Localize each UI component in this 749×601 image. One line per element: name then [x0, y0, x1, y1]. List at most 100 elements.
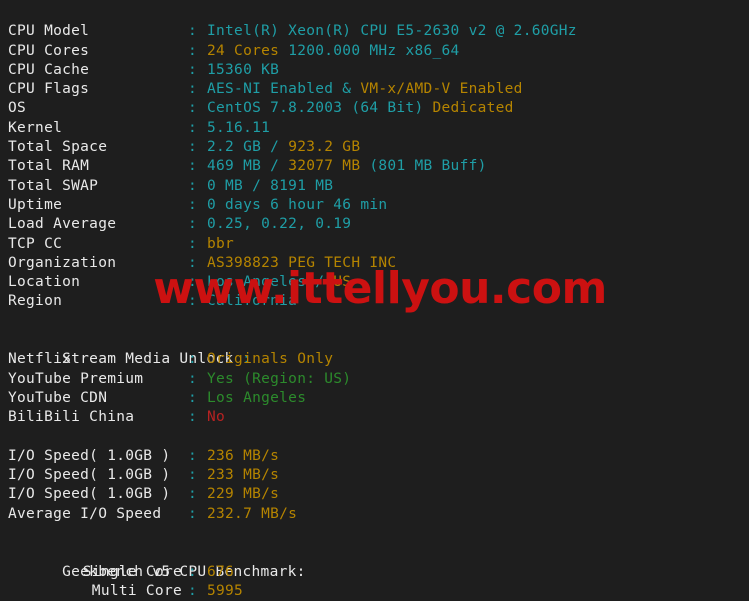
colon: : — [188, 42, 198, 59]
value-part: California — [207, 293, 298, 310]
colon: : — [188, 119, 198, 136]
separator-io: ----------------------------------------… — [0, 428, 749, 447]
stream-media-row: YouTube CDN: Los Angeles — [0, 389, 749, 408]
system-info-row: CPU Cores:24 Cores 1200.000 MHz x86_64 — [0, 42, 749, 61]
value-part: Los Angeles — [207, 389, 307, 406]
value-part: 5995 — [207, 582, 244, 599]
row-label: CPU Model — [8, 23, 90, 40]
value-part: 469 MB / — [207, 158, 289, 175]
terminal-rows: ----------------------------------------… — [0, 0, 749, 601]
row-value: 229 MB/s — [207, 486, 279, 502]
row-label: Multi Core — [91, 582, 182, 599]
value-part: (801 MB Buff) — [360, 158, 487, 175]
colon: : — [188, 196, 198, 213]
value-part: / — [306, 274, 334, 291]
row-label: YouTube CDN — [8, 389, 108, 406]
colon: : — [188, 467, 198, 484]
separator-top: ----------------------------------------… — [0, 3, 749, 22]
geekbench-row: Single Core:676 — [0, 563, 749, 582]
io-speed-row: I/O Speed( 1.0GB ):229 MB/s — [0, 485, 749, 504]
value-part: 1200.000 MHz x86_64 — [279, 42, 460, 59]
system-info-row: Load Average:0.25, 0.22, 0.19 — [0, 215, 749, 234]
row-label: I/O Speed( 1.0GB ) — [8, 467, 171, 484]
system-info-row: CPU Flags: AES-NI Enabled & VM-x/AMD-V En… — [0, 80, 749, 99]
value-part: 229 MB/s — [207, 486, 280, 503]
row-label: Netflix — [8, 351, 72, 368]
system-info-row: Total RAM:469 MB / 32077 MB (801 MB Buff… — [0, 157, 749, 176]
value-part: No — [207, 409, 226, 426]
value-part: 0 MB / 8191 MB — [207, 177, 334, 194]
row-value: Los Angeles — [207, 390, 306, 406]
row-label: I/O Speed( 1.0GB ) — [8, 447, 171, 464]
colon: : — [188, 505, 198, 522]
row-value: 2.2 GB / 923.2 GB — [207, 139, 360, 155]
row-value: 24 Cores 1200.000 MHz x86_64 — [207, 43, 460, 59]
row-value: Originals Only — [207, 351, 333, 367]
row-label: Total SWAP — [8, 177, 99, 194]
row-value: 232.7 MB/s — [207, 506, 297, 522]
colon: : — [188, 351, 198, 368]
row-value: 5.16.11 — [207, 120, 270, 136]
colon: : — [188, 139, 198, 156]
stream-media-header-row: Stream Media Unlock: — [0, 331, 749, 367]
colon: : — [188, 254, 198, 271]
value-part: Originals Only — [207, 351, 334, 368]
row-label: Kernel — [8, 119, 63, 136]
value-part: 32077 MB — [288, 158, 361, 175]
colon: : — [188, 216, 198, 233]
value-part: 923.2 GB — [288, 139, 361, 156]
row-label: Region — [8, 293, 63, 310]
colon: : — [188, 563, 198, 580]
row-label: Single Core — [82, 563, 182, 580]
value-part: 0 days 6 hour 46 min — [207, 196, 388, 213]
geekbench-title-row: Geekbench v5 CPU Benchmark: — [0, 543, 749, 580]
system-info-row: Kernel:5.16.11 — [0, 119, 749, 138]
row-value: Los Angeles / US — [207, 274, 351, 290]
row-value: AES-NI Enabled & VM-x/AMD-V Enabled — [207, 81, 523, 97]
row-value: Yes (Region: US) — [207, 371, 351, 387]
system-info-row: Organization: AS398823 PEG TECH INC — [0, 254, 749, 273]
row-label: Total Space — [8, 139, 108, 156]
stream-media-row: YouTube Premium: Yes (Region: US) — [0, 370, 749, 389]
value-part: 676 — [207, 563, 235, 580]
value-part: VM-x/AMD-V Enabled — [351, 81, 523, 98]
stream-media-row: Netflix: Originals Only — [0, 350, 749, 369]
value-part: 2.2 GB / — [207, 139, 289, 156]
row-value: Intel(R) Xeon(R) CPU E5-2630 v2 @ 2.60GH… — [207, 23, 577, 39]
row-label: Average I/O Speed — [8, 505, 162, 522]
io-speed-row: I/O Speed( 1.0GB ):233 MB/s — [0, 466, 749, 485]
colon: : — [188, 235, 198, 252]
system-info-row: Uptime:0 days 6 hour 46 min — [0, 196, 749, 215]
colon: : — [188, 81, 198, 98]
separator-geekbench: ----------------------------------------… — [0, 524, 749, 543]
colon: : — [188, 61, 198, 78]
row-value: 15360 KB — [207, 62, 279, 78]
system-info-row: Region: California — [0, 292, 749, 311]
system-info-section: CPU Model: Intel(R) Xeon(R) CPU E5-2630 v… — [0, 22, 749, 311]
system-info-row: OS: CentOS 7.8.2003 (64 Bit) Dedicated — [0, 99, 749, 118]
colon: : — [188, 582, 198, 599]
row-label: CPU Cores — [8, 42, 90, 59]
colon: : — [188, 23, 198, 40]
value-part: AS398823 PEG TECH INC — [207, 254, 397, 271]
colon: : — [188, 177, 198, 194]
row-label: Load Average — [8, 216, 117, 233]
value-part: Dedicated — [432, 100, 514, 117]
system-info-row: CPU Model: Intel(R) Xeon(R) CPU E5-2630 v… — [0, 22, 749, 41]
value-part: 0.25, 0.22, 0.19 — [207, 216, 352, 233]
io-speed-row: I/O Speed( 1.0GB ):236 MB/s — [0, 447, 749, 466]
row-value: 233 MB/s — [207, 467, 279, 483]
row-label: BiliBili China — [8, 409, 135, 426]
row-label: Total RAM — [8, 158, 90, 175]
colon: : — [188, 274, 198, 291]
value-part: CentOS 7.8.2003 (64 Bit) — [207, 100, 433, 117]
row-label: CPU Cache — [8, 61, 90, 78]
value-part: Intel(R) Xeon(R) CPU E5-2630 v2 @ 2.60GH… — [207, 23, 577, 40]
row-label: Uptime — [8, 196, 63, 213]
value-part: 24 Cores — [207, 42, 280, 59]
row-label: CPU Flags — [8, 81, 90, 98]
row-value: No — [207, 409, 225, 425]
stream-media-section: Netflix: Originals Only YouTube Premium: Ye… — [0, 350, 749, 427]
geekbench-section: Single Core:676 Multi Core:5995 — [0, 563, 749, 601]
colon: : — [188, 293, 198, 310]
